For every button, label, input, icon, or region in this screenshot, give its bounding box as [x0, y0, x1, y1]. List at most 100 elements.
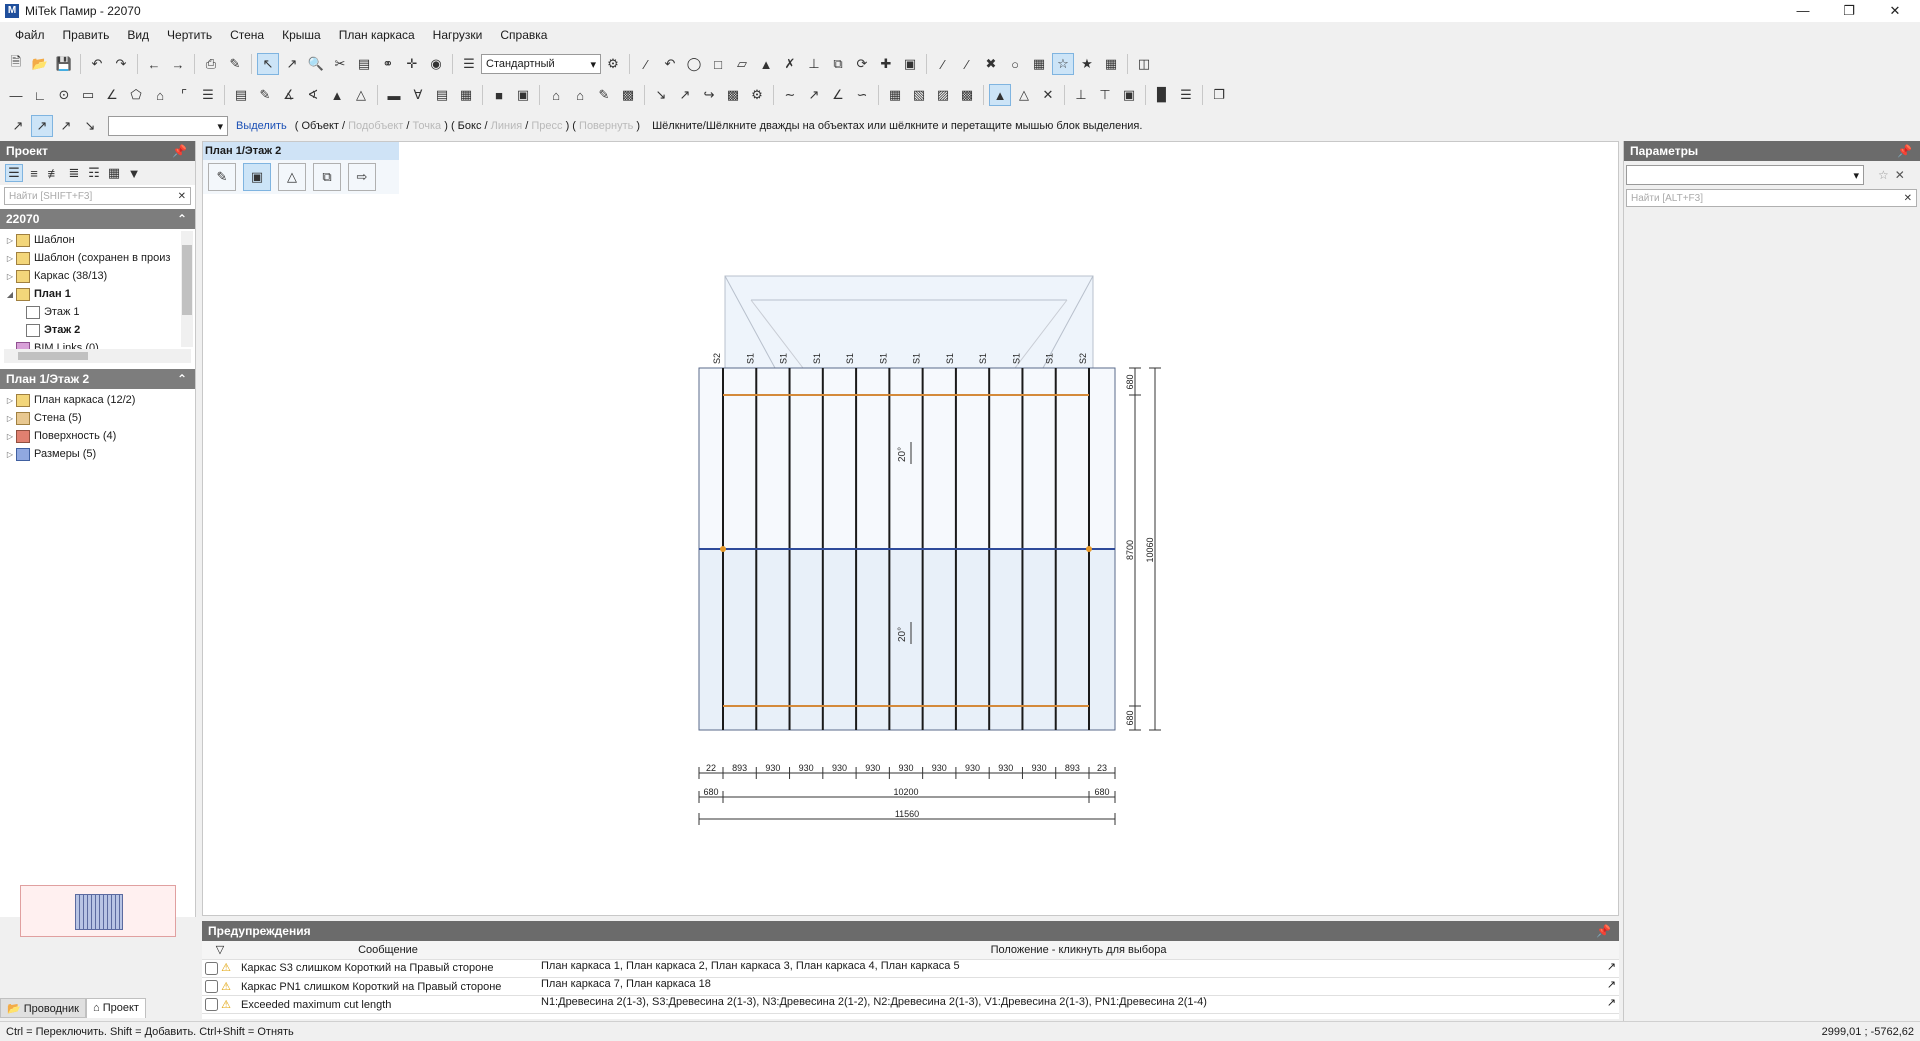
tree-view-icon[interactable]: ☰ — [5, 164, 23, 182]
column-message[interactable]: Сообщение — [238, 941, 538, 960]
cross-icon[interactable]: ✗ — [779, 53, 801, 75]
row-checkbox[interactable] — [205, 998, 218, 1012]
filter-icon[interactable]: ▼ — [125, 164, 143, 182]
clear-icon[interactable]: ✕ — [1904, 193, 1912, 204]
menu-draw[interactable]: Чертить — [158, 28, 221, 42]
plan-preview[interactable] — [20, 885, 176, 937]
warning-location[interactable]: План каркаса 1, План каркаса 2, План кар… — [541, 960, 960, 977]
beam-icon[interactable]: ▬ — [383, 84, 405, 106]
print-icon[interactable]: ⎙ — [200, 53, 222, 75]
tape-icon[interactable]: ⊥ — [803, 53, 825, 75]
frame4-icon[interactable]: ▨ — [932, 84, 954, 106]
menu-framing-plan[interactable]: План каркаса — [330, 28, 424, 42]
arrow-down-icon[interactable]: ↘ — [650, 84, 672, 106]
table-row[interactable]: ⚠ Каркас PN1 слишком Короткий на Правый … — [202, 977, 1619, 996]
goto-icon[interactable]: ↗ — [1607, 996, 1616, 1013]
polygon-icon[interactable]: ▱ — [731, 53, 753, 75]
tree-item[interactable]: Этаж 1 — [4, 303, 195, 321]
tool-a-icon[interactable]: ▲ — [989, 84, 1011, 106]
drawing-canvas[interactable]: План 1/Этаж 2 ✎ ▣ △ ⧉ ⇨ S2 S1 S1 S1 S1 S1 S1 S1… — [202, 141, 1619, 916]
selection-mode-item[interactable]: ( Объект — [295, 120, 342, 132]
stroke-icon[interactable]: ⁄ — [932, 53, 954, 75]
gear2-icon[interactable]: ⚙ — [746, 84, 768, 106]
restore-button[interactable]: ❐ — [1826, 0, 1872, 22]
rectangle-icon[interactable]: □ — [707, 53, 729, 75]
roof-icon[interactable]: ∡ — [278, 84, 300, 106]
tree-item[interactable]: ▷ Шаблон (сохранен в произ — [4, 249, 195, 267]
warning-location[interactable]: План каркаса 7, План каркаса 18 — [541, 978, 711, 995]
tree-view4-icon[interactable]: ≣ — [65, 164, 83, 182]
menu-roof[interactable]: Крыша — [273, 28, 330, 42]
frame3-icon[interactable]: ▧ — [908, 84, 930, 106]
menu-loads[interactable]: Нагрузки — [424, 28, 492, 42]
tree-item[interactable]: ▷ Каркас (38/13) — [4, 267, 195, 285]
tree-item[interactable]: ▷ Размеры (5) — [4, 445, 195, 463]
clear-icon[interactable]: ✕ — [178, 191, 186, 202]
window-icon[interactable]: ❐ — [1208, 84, 1230, 106]
minimize-button[interactable]: — — [1780, 0, 1826, 22]
tree-item[interactable]: ▷ Шаблон — [4, 231, 195, 249]
hook-icon[interactable]: ↪ — [698, 84, 720, 106]
arrow-up-icon[interactable]: ↗ — [674, 84, 696, 106]
tree-view2-icon[interactable]: ≡ — [25, 164, 43, 182]
wave-icon[interactable]: ∽ — [851, 84, 873, 106]
redo-icon[interactable]: ↷ — [110, 53, 132, 75]
panel2-icon[interactable]: ▣ — [512, 84, 534, 106]
level3-icon[interactable]: ▣ — [1118, 84, 1140, 106]
rotate-icon[interactable]: ⟳ — [851, 53, 873, 75]
stair-icon[interactable]: ⌜ — [173, 84, 195, 106]
block-icon[interactable]: ▩ — [617, 84, 639, 106]
hatch-icon[interactable]: ▦ — [1028, 53, 1050, 75]
selection-mode-item[interactable]: Пресс — [531, 120, 565, 132]
clear-filter-icon[interactable]: ✕ — [1895, 168, 1905, 182]
truss-icon[interactable]: ▤ — [431, 84, 453, 106]
selection-mode-item[interactable]: Точка — [413, 120, 445, 132]
pin-icon[interactable]: 📌 — [1897, 141, 1912, 161]
style-settings-icon[interactable]: ⚙ — [602, 53, 624, 75]
snap2-icon[interactable]: ★ — [1076, 53, 1098, 75]
arc-icon[interactable]: ↶ — [659, 53, 681, 75]
grid-icon[interactable]: ▦ — [1100, 53, 1122, 75]
wall-icon[interactable]: ▤ — [230, 84, 252, 106]
selection-filter-combo[interactable]: ▾ — [108, 116, 228, 136]
sel-mode4-icon[interactable]: ↘ — [79, 115, 101, 137]
frame-icon[interactable]: ▣ — [899, 53, 921, 75]
collapse-icon[interactable]: ⌃ — [177, 209, 187, 229]
triangle-icon[interactable]: ▲ — [326, 84, 348, 106]
hat-icon[interactable]: ⌂ — [545, 84, 567, 106]
table-row[interactable]: ⚠ Каркас S3 слишком Короткий на Правый с… — [202, 959, 1619, 978]
level2-icon[interactable]: ⊤ — [1094, 84, 1116, 106]
measure-icon[interactable]: ▤ — [353, 53, 375, 75]
rect-icon[interactable]: ▭ — [77, 84, 99, 106]
pin-icon[interactable]: 📌 — [172, 141, 187, 161]
selection-mode-item[interactable]: Линия — [491, 120, 526, 132]
beam2-icon[interactable]: ∀ — [407, 84, 429, 106]
tree-item[interactable]: ▷ План каркаса (12/2) — [4, 391, 195, 409]
move-icon[interactable]: ✛ — [401, 53, 423, 75]
snap-icon[interactable]: ☆ — [1052, 53, 1074, 75]
point-icon[interactable]: ⊙ — [53, 84, 75, 106]
zoom-icon[interactable]: 🔍 — [305, 53, 327, 75]
wall-edit-icon[interactable]: ✎ — [254, 84, 276, 106]
new-file-icon[interactable]: 🗎 — [5, 53, 27, 75]
row-checkbox[interactable] — [205, 980, 218, 994]
column-location[interactable]: Положение - кликнуть для выбора — [538, 941, 1619, 960]
warning-location[interactable]: N1:Древесина 2(1-3), S3:Древесина 2(1-3)… — [541, 996, 1207, 1013]
params-object-combo[interactable]: ▾ — [1626, 165, 1864, 185]
angle2-icon[interactable]: ∠ — [827, 84, 849, 106]
circle-icon[interactable]: ◯ — [683, 53, 705, 75]
diag-icon[interactable]: ↗ — [803, 84, 825, 106]
selection-mode-item[interactable]: Подобъект — [348, 120, 406, 132]
tool-b-icon[interactable]: △ — [1013, 84, 1035, 106]
triangle2-icon[interactable]: △ — [350, 84, 372, 106]
tree-view5-icon[interactable]: ☶ — [85, 164, 103, 182]
chart-icon[interactable]: ▩ — [722, 84, 744, 106]
select-pointer-icon[interactable]: ↖ — [257, 53, 279, 75]
pen-icon[interactable]: ✎ — [593, 84, 615, 106]
layers-icon[interactable]: ☰ — [458, 53, 480, 75]
frame2-icon[interactable]: ▦ — [884, 84, 906, 106]
forward-icon[interactable]: → — [167, 53, 189, 75]
filter-icon[interactable]: ▽ — [202, 941, 238, 960]
curve-icon[interactable]: ∼ — [779, 84, 801, 106]
panel-icon[interactable]: ■ — [488, 84, 510, 106]
